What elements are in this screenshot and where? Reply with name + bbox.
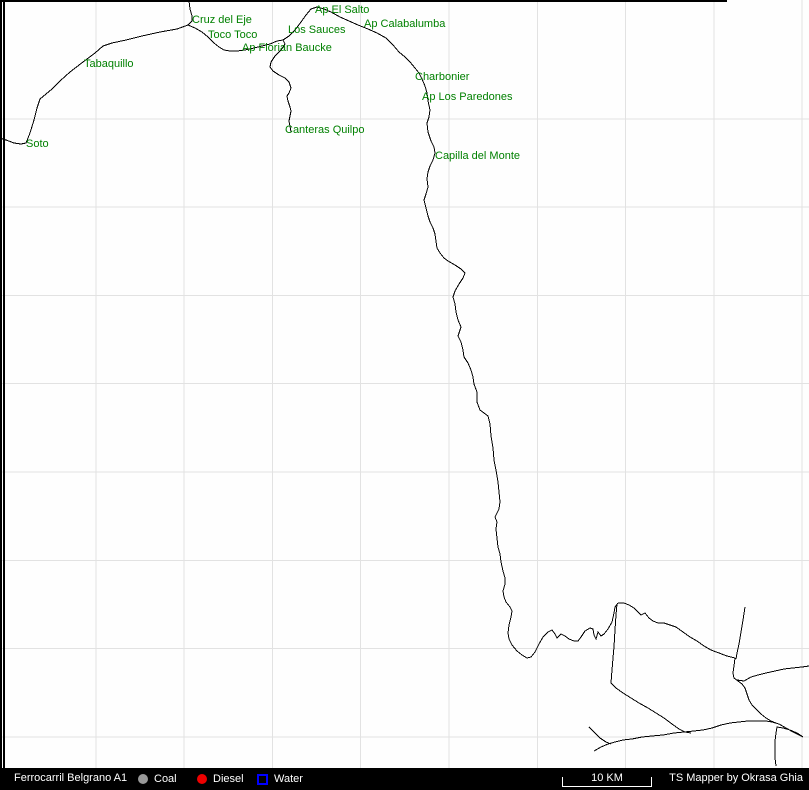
station-label: Ap El Salto bbox=[315, 4, 369, 16]
water-icon bbox=[257, 774, 268, 785]
station-label: Ap Calabalumba bbox=[364, 18, 445, 30]
railway-line-west-main bbox=[0, 25, 188, 144]
scale-line bbox=[562, 786, 652, 787]
railway-line-south-diagonal bbox=[611, 604, 691, 733]
station-label: Soto bbox=[26, 138, 49, 150]
credit-label: TS Mapper by Okrasa Ghia bbox=[669, 772, 803, 784]
station-label: Tabaquillo bbox=[84, 58, 134, 70]
route-name-label: Ferrocarril Belgrano A1 bbox=[14, 772, 127, 784]
legend-label: Water bbox=[274, 773, 303, 785]
legend-label: Coal bbox=[154, 773, 177, 785]
coal-icon bbox=[138, 774, 148, 784]
railway-line-southern-line bbox=[594, 721, 803, 766]
legend-item-water: Water bbox=[257, 768, 303, 790]
station-label: Charbonier bbox=[415, 71, 469, 83]
railway-line-east-ridge bbox=[618, 603, 735, 658]
railway-svg bbox=[0, 0, 809, 768]
railway-line-s-curve bbox=[733, 658, 776, 723]
window-border-left bbox=[0, 0, 2, 768]
scale-bar: 10 KM bbox=[562, 768, 652, 790]
scale-tick-right bbox=[651, 777, 652, 787]
legend-item-diesel: Diesel bbox=[197, 768, 244, 790]
legend-label: Diesel bbox=[213, 773, 244, 785]
legend-item-coal: Coal bbox=[138, 768, 177, 790]
scale-tick-left bbox=[562, 777, 563, 787]
railway-line-sw-spur bbox=[589, 727, 611, 744]
window-border-top bbox=[0, 0, 727, 2]
window-border-left-inner bbox=[3, 0, 5, 768]
station-label: Capilla del Monte bbox=[435, 150, 520, 162]
scale-label: 10 KM bbox=[562, 772, 652, 784]
map-canvas: Cruz del Eje Toco Toco Ap El Salto Los Sauc… bbox=[0, 0, 809, 768]
station-label: Toco Toco bbox=[208, 29, 257, 41]
ts-mapper-window: Cruz del Eje Toco Toco Ap El Salto Los Sauc… bbox=[0, 0, 809, 790]
station-label: Ap Florian Baucke bbox=[242, 42, 332, 54]
station-label: Cruz del Eje bbox=[192, 14, 252, 26]
station-label: Ap Los Paredones bbox=[422, 91, 513, 103]
diesel-icon bbox=[197, 774, 207, 784]
status-bar: Ferrocarril Belgrano A1 CoalDieselWater … bbox=[0, 768, 809, 790]
railway-line-east-edge-branch bbox=[737, 666, 809, 681]
railway-line-main-south bbox=[283, 7, 618, 658]
station-label: Los Sauces bbox=[288, 24, 345, 36]
station-label: Canteras Quilpo bbox=[285, 124, 365, 136]
railway-line-vertical-spur bbox=[736, 607, 745, 659]
